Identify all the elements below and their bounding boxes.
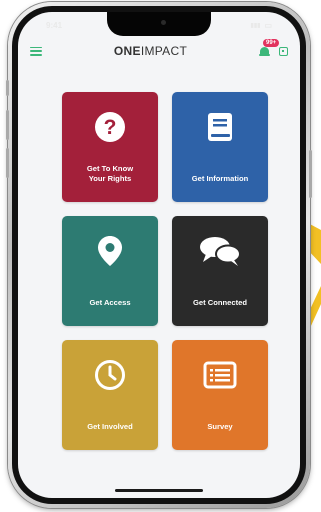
volume-up-button (6, 110, 9, 140)
menu-icon[interactable] (30, 46, 42, 56)
question-circle-icon: ? (93, 110, 127, 144)
phone-frame: 9:41 ▮▮▮ ▭ ONEIMPACT 99+ ? Get To Know Y… (6, 2, 312, 508)
book-icon (203, 110, 237, 144)
list-icon (203, 358, 237, 392)
notch (107, 12, 211, 36)
svg-text:?: ? (104, 116, 117, 139)
mute-switch (6, 80, 9, 96)
tile-label: Get To Know Your Rights (86, 164, 134, 183)
tile-label: Get Involved (87, 422, 133, 431)
power-button (309, 150, 312, 198)
tile-know-your-rights[interactable]: ? Get To Know Your Rights (62, 92, 158, 202)
status-time: 9:41 (46, 20, 63, 30)
camera-icon (161, 20, 166, 25)
tile-get-involved[interactable]: Get Involved (62, 340, 158, 450)
signal-icon: ▮▮▮ (250, 22, 261, 29)
clock-icon (93, 358, 127, 392)
phone-bezel: 9:41 ▮▮▮ ▭ ONEIMPACT 99+ ? Get To Know Y… (12, 6, 306, 504)
tile-get-access[interactable]: Get Access (62, 216, 158, 326)
tile-grid: ? Get To Know Your Rights Get Informatio… (62, 92, 268, 450)
app-header: ONEIMPACT 99+ (18, 38, 300, 64)
tile-label: Get Access (89, 298, 131, 307)
chat-bubbles-icon (198, 234, 242, 268)
logo-bold-text: ONE (113, 44, 141, 58)
tile-survey[interactable]: Survey (172, 340, 268, 450)
tile-label: Get Connected (192, 298, 247, 307)
location-pin-icon (93, 234, 127, 268)
tile-get-connected[interactable]: Get Connected (172, 216, 268, 326)
tile-label: Get Information (191, 174, 249, 183)
notification-badge: 99+ (263, 39, 280, 47)
notifications-button[interactable]: 99+ (259, 39, 280, 58)
app-screen: 9:41 ▮▮▮ ▭ ONEIMPACT 99+ ? Get To Know Y… (18, 12, 300, 498)
tile-get-information[interactable]: Get Information (172, 92, 268, 202)
volume-down-button (6, 148, 9, 178)
exit-icon[interactable] (279, 46, 288, 56)
tile-label: Survey (207, 422, 233, 431)
home-indicator[interactable] (115, 489, 203, 492)
logo-light-text: IMPACT (140, 44, 188, 58)
battery-icon: ▭ (264, 20, 272, 30)
app-logo: ONEIMPACT (114, 44, 187, 58)
